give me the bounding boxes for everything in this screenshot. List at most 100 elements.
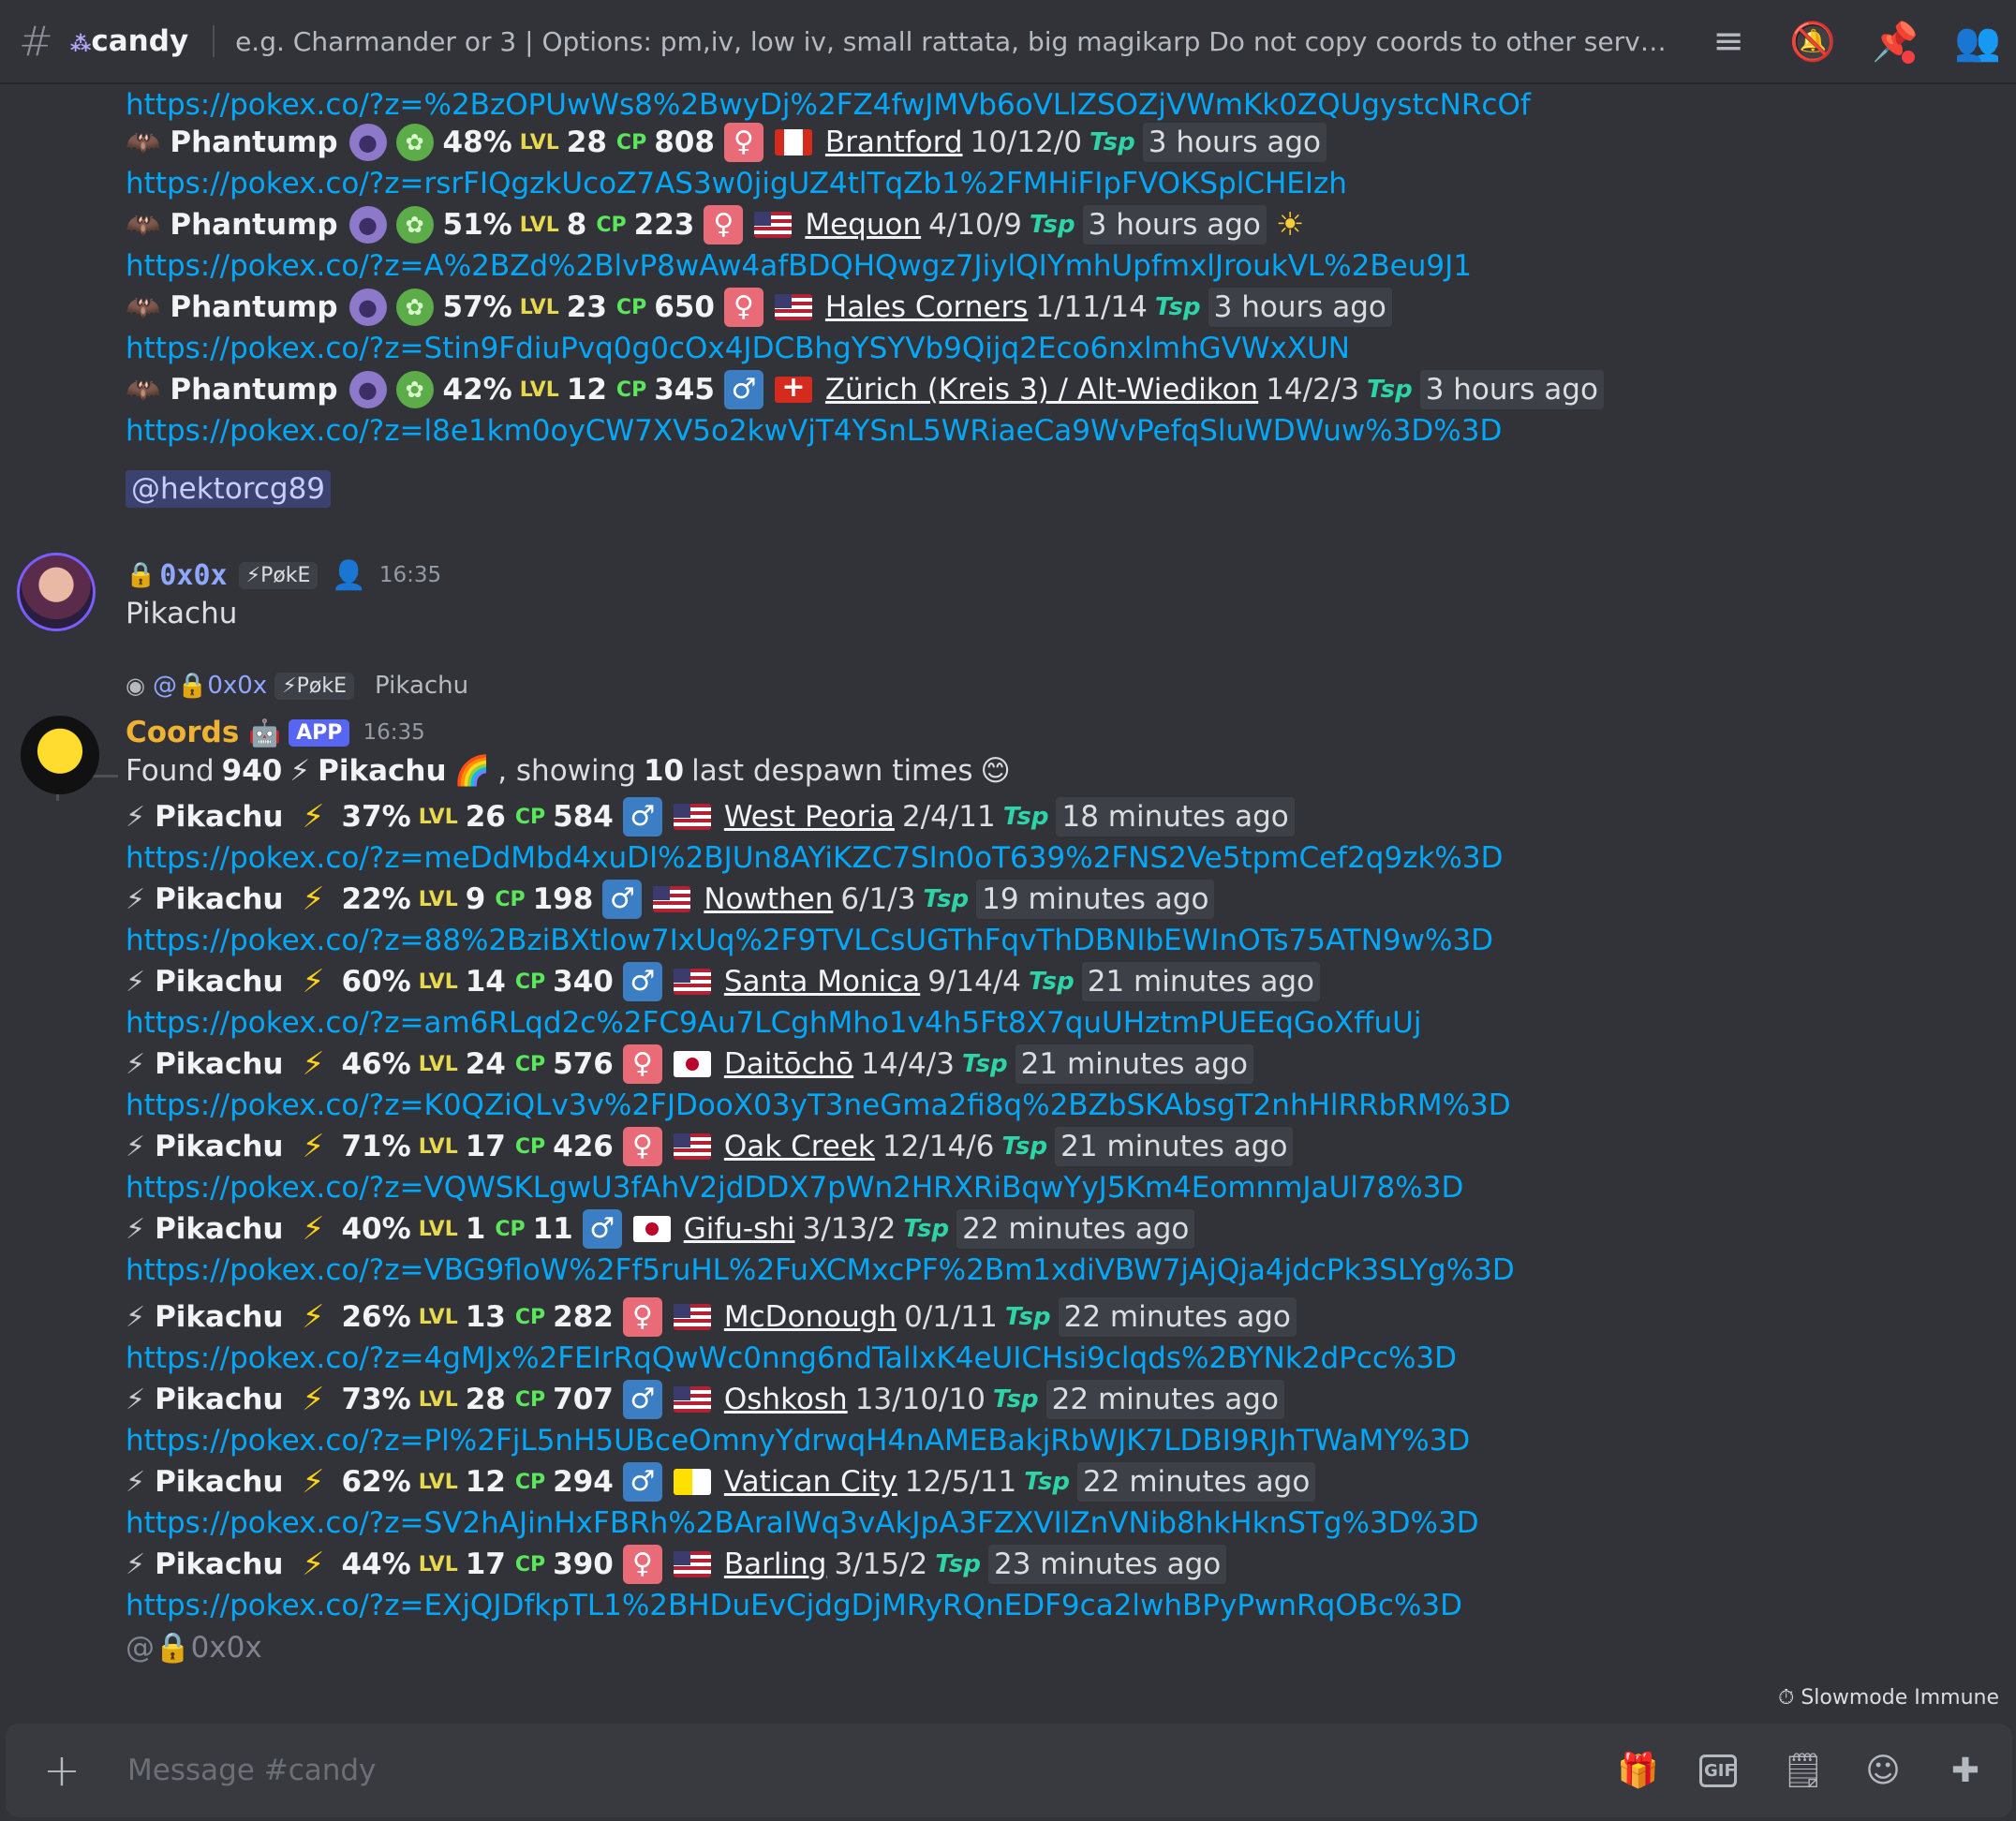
city-link[interactable]: Nowthen [704, 882, 833, 916]
lock-icon: 🔒 [126, 561, 156, 589]
male-icon: ♂ [622, 962, 662, 1001]
usa-flag-icon [673, 1551, 711, 1577]
smile-emoji-icon: 😊 [980, 753, 1011, 788]
notification-muted-icon[interactable]: 🔕 [1789, 20, 1836, 64]
pokex-link[interactable]: https://pokex.co/?z=Stin9FdiuPvq0g0cOx4J… [126, 328, 1350, 369]
pokex-link[interactable]: https://pokex.co/?z=Pl%2FjL5nH5UBceOmnyY… [126, 1420, 1470, 1461]
city-link[interactable]: McDonough [724, 1300, 897, 1334]
pokex-link[interactable]: https://pokex.co/?z=4gMJx%2FEIrRqQwWc0nn… [126, 1338, 1457, 1379]
despawn-time: 22 minutes ago [1058, 1297, 1297, 1337]
pokex-link[interactable]: https://pokex.co/?z=VBG9floW%2Ff5ruHL%2F… [126, 1250, 1515, 1291]
pokex-link[interactable]: https://pokex.co/?z=l8e1km0oyCW7XV5o2kwV… [126, 410, 1502, 452]
timestamp: 16:35 [378, 563, 442, 587]
pikachu-icon: ⚡ [289, 753, 311, 788]
pokex-link[interactable]: https://pokex.co/?z=K0QZiQLv3v%2FJDooX03… [126, 1085, 1511, 1126]
reply-reference[interactable]: ◉ @🔒0x0x ⚡PøkE Pikachu [126, 672, 468, 700]
canada-flag-icon [774, 129, 812, 155]
gift-icon[interactable]: 🎁 [1617, 1751, 1659, 1790]
pokex-link[interactable]: https://pokex.co/?z=EXjQJDfkpTL1%2BHDuEv… [126, 1585, 1462, 1626]
despawn-time: 22 minutes ago [1077, 1462, 1316, 1502]
bot-avatar[interactable] [21, 716, 99, 794]
threads-icon[interactable]: ≡ [1707, 20, 1750, 63]
usa-flag-icon [673, 969, 711, 995]
message-input[interactable]: Message #candy [127, 1754, 1617, 1787]
pokex-link[interactable]: https://pokex.co/?z=meDdMbd4xuDI%2BJUn8A… [126, 837, 1504, 879]
tsp-icon: Tsp [1004, 1303, 1051, 1331]
apps-icon[interactable]: ✚ [1947, 1752, 1984, 1790]
user-mention[interactable]: @hektorcg89 [126, 470, 332, 508]
despawn-time: 22 minutes ago [1045, 1380, 1284, 1419]
channel-topic[interactable]: e.g. Charmander or 3 | Options: pm,iv, l… [235, 26, 1675, 57]
pokex-link[interactable]: https://pokex.co/?z=rsrFIQgzkUcoZ7AS3w0j… [126, 163, 1347, 204]
pikachu-icon: ⚡ [126, 1383, 146, 1416]
message-list[interactable]: https://pokex.co/?z=%2BzOPUwWs8%2BwyDj%2… [0, 86, 2016, 1707]
message-header: 🔒 0x0x ⚡PøkE 👤 16:35 [126, 555, 441, 596]
composer-toolbar: 🎁 GIF 🗒 ☺ ✚ [1617, 1751, 1984, 1791]
pokex-link[interactable]: https://pokex.co/?z=%2BzOPUwWs8%2BwyDj%2… [126, 86, 1531, 126]
user-avatar[interactable] [17, 553, 96, 631]
usa-flag-icon [774, 294, 812, 320]
server-tag[interactable]: ⚡PøkE [238, 561, 319, 589]
spawn-row: ⚡ Pikachu ⚡ 46% LVL 24 CP 576 ♀ Daitōchō 14/4/3 Tsp… [126, 1044, 1253, 1085]
phantump-icon: 🦇 [126, 208, 161, 242]
username[interactable]: 0x0x [159, 559, 227, 592]
city-link[interactable]: Brantford [825, 126, 963, 159]
grass-type-icon: ✿ [395, 124, 434, 161]
spawn-row: ⚡ Pikachu ⚡ 62% LVL 12 CP 294 ♂ Vatican City 12/5/… [126, 1461, 1316, 1503]
attach-plus-button[interactable]: + [34, 1744, 90, 1797]
hash-icon: # [19, 17, 53, 66]
pokex-link[interactable]: https://pokex.co/?z=am6RLqd2c%2FC9Au7LCg… [126, 1002, 1421, 1044]
switzerland-flag-icon [774, 371, 812, 404]
female-icon: ♀ [622, 1127, 662, 1166]
slowmode-indicator: ⏱ Slowmode Immune [1778, 1686, 1999, 1710]
pokex-link[interactable]: https://pokex.co/?z=VQWSKLgwU3fAhV2jdDDX… [126, 1167, 1463, 1208]
gif-button[interactable]: GIF [1699, 1754, 1737, 1787]
spawn-row: ⚡ Pikachu ⚡ 71% LVL 17 CP 426 ♀ Oak Creek 12/14/6 T… [126, 1126, 1294, 1167]
user-mention[interactable]: @🔒0x0x [126, 1630, 262, 1665]
city-link[interactable]: Barling [724, 1547, 827, 1581]
japan-flag-icon [632, 1216, 671, 1242]
city-link[interactable]: Oak Creek [724, 1130, 875, 1163]
city-link[interactable]: Zürich (Kreis 3) / Alt-Wiedikon [825, 373, 1258, 407]
pikachu-icon: ⚡ [126, 800, 146, 834]
city-link[interactable]: Hales Corners [825, 290, 1028, 324]
city-link[interactable]: Vatican City [724, 1465, 897, 1499]
spawn-row: ⚡ Pikachu ⚡ 40% LVL 1 CP 11 ♂ Gifu-shi 3/13/2 Tsp 22… [126, 1208, 1195, 1250]
despawn-time: 3 hours ago [1419, 370, 1604, 409]
pokex-link[interactable]: https://pokex.co/?z=A%2BZd%2BlvP8wAw4afB… [126, 245, 1472, 287]
female-icon: ♀ [622, 1545, 662, 1584]
usa-flag-icon [673, 804, 711, 830]
pin-icon[interactable]: 📌 [1872, 20, 1919, 64]
sticker-icon[interactable]: 🗒 [1782, 1751, 1825, 1790]
despawn-time: 3 hours ago [1142, 123, 1327, 162]
pokex-link[interactable]: https://pokex.co/?z=SV2hAJinHxFBRh%2BAra… [126, 1503, 1479, 1544]
electric-type-icon: ⚡ [302, 798, 325, 836]
pikachu-icon: ⚡ [126, 882, 146, 916]
vatican-flag-icon [673, 1469, 711, 1495]
pikachu-icon: ⚡ [126, 1300, 146, 1334]
city-link[interactable]: Mequon [805, 208, 921, 242]
spawn-row: 🦇 Phantump ● ✿ 48% LVL 28 CP 808 ♀ Brantfo… [126, 122, 1327, 163]
tsp-icon: Tsp [1366, 376, 1413, 404]
city-link[interactable]: Daitōchō [724, 1047, 853, 1081]
usa-flag-icon [653, 886, 691, 912]
usa-flag-icon [673, 1304, 711, 1330]
city-link[interactable]: West Peoria [724, 800, 895, 834]
city-link[interactable]: Santa Monica [724, 965, 920, 999]
ghost-type-icon: ● [348, 206, 387, 244]
electric-type-icon: ⚡ [302, 1128, 325, 1165]
despawn-time: 21 minutes ago [1055, 1127, 1294, 1166]
electric-type-icon: ⚡ [302, 1210, 325, 1248]
spawn-row: 🦇 Phantump ● ✿ 57% LVL 23 CP 650 ♀ Hales C… [126, 287, 1392, 328]
header-toolbar: ≡ 🔕 📌 👥 [1707, 20, 2001, 64]
channel-name[interactable]: ⁂candy [70, 24, 188, 58]
pokex-link[interactable]: https://pokex.co/?z=88%2BziBXtlow7IxUq%2… [126, 920, 1493, 961]
electric-type-icon: ⚡ [302, 1463, 325, 1501]
candy-icon: ⁂ [69, 33, 92, 56]
member-list-icon[interactable]: 👥 [1954, 20, 2001, 64]
city-link[interactable]: Oshkosh [724, 1383, 848, 1416]
emoji-icon[interactable]: ☺ [1864, 1752, 1902, 1790]
despawn-time: 22 minutes ago [956, 1209, 1195, 1249]
bot-name[interactable]: Coords [126, 716, 239, 749]
city-link[interactable]: Gifu-shi [684, 1212, 795, 1246]
